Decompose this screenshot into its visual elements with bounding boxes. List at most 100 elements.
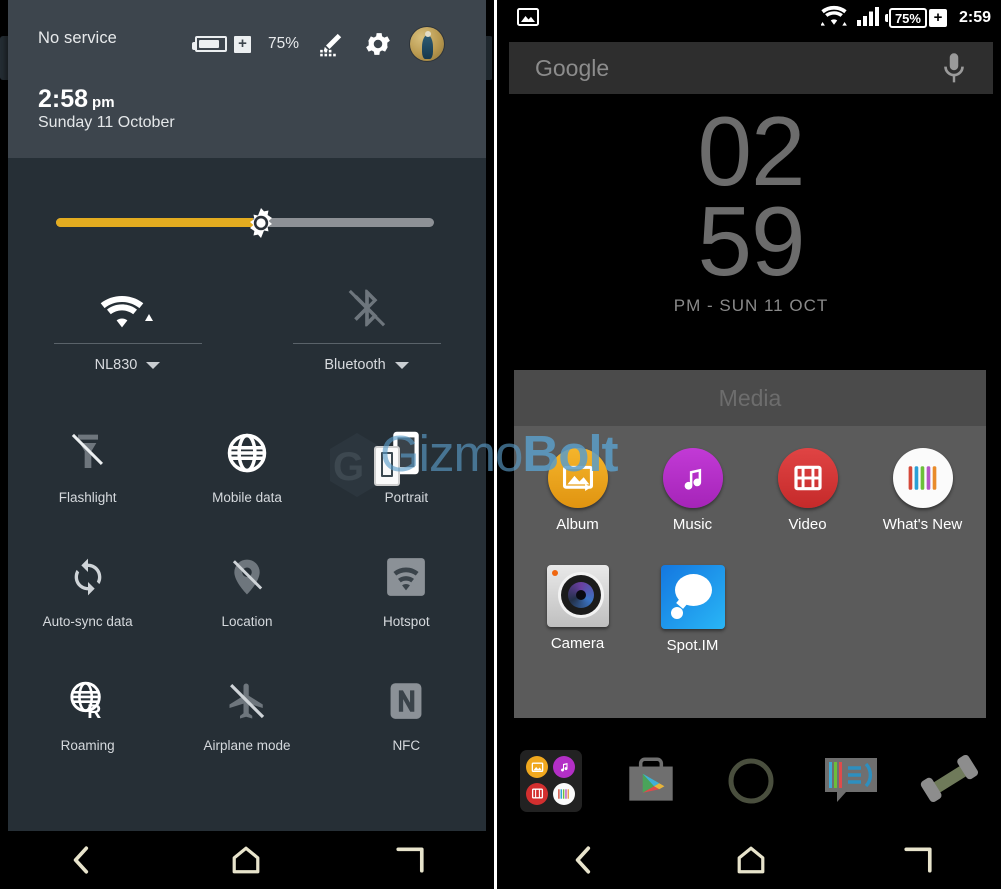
toggle-hotspot[interactable]: Hotspot bbox=[327, 548, 486, 672]
brightness-track[interactable] bbox=[56, 218, 434, 227]
app-drawer-circle-icon bbox=[728, 758, 774, 804]
app-label: Video bbox=[788, 516, 827, 533]
battery-percent-label: 75% bbox=[267, 35, 299, 52]
toggle-label: Location bbox=[221, 614, 273, 629]
battery-percent-label: 75% bbox=[894, 10, 921, 26]
navigation-bar-right bbox=[501, 831, 1001, 889]
dock-app-drawer[interactable] bbox=[713, 743, 789, 819]
screen-rotation-portrait-icon bbox=[389, 424, 423, 482]
recents-button[interactable] bbox=[883, 831, 953, 889]
bluetooth-label: Bluetooth bbox=[324, 357, 386, 373]
toggle-label: Mobile data bbox=[212, 490, 282, 505]
status-bar-clock: 2:59 bbox=[958, 9, 991, 26]
app-whats-new[interactable]: What's New bbox=[865, 448, 980, 533]
dock-media-folder[interactable] bbox=[513, 743, 589, 819]
airplane-off-icon bbox=[226, 672, 268, 730]
dock-messaging[interactable] bbox=[813, 743, 889, 819]
cellular-signal-icon bbox=[856, 6, 880, 31]
bluetooth-off-icon bbox=[345, 278, 389, 332]
app-label: What's New bbox=[882, 516, 963, 533]
search-input[interactable]: Google bbox=[535, 55, 609, 82]
chevron-down-icon[interactable] bbox=[146, 361, 161, 369]
dock-play-store[interactable] bbox=[613, 743, 689, 819]
app-label: Album bbox=[556, 516, 599, 533]
app-video[interactable]: Video bbox=[750, 448, 865, 533]
brightness-fill bbox=[56, 218, 253, 227]
tile-wifi-label: NL830 bbox=[95, 357, 161, 373]
toggle-label: Portrait bbox=[384, 490, 429, 505]
app-spot-im[interactable]: Spot.IM bbox=[635, 565, 750, 654]
svg-text:R: R bbox=[87, 701, 101, 722]
navigation-bar-left bbox=[0, 831, 492, 889]
toggle-mobile-data[interactable]: Mobile data bbox=[167, 424, 326, 548]
music-note-icon bbox=[662, 448, 723, 508]
camera-icon bbox=[546, 565, 609, 627]
quick-toggle-grid: Flashlight Mobile data Portrait Auto-syn… bbox=[8, 424, 486, 796]
battery-plus-badge: + bbox=[928, 9, 947, 27]
chevron-down-icon[interactable] bbox=[394, 361, 409, 369]
toggle-portrait[interactable]: Portrait bbox=[327, 424, 486, 548]
toggle-roaming[interactable]: R Roaming bbox=[8, 672, 167, 796]
toggle-airplane-mode[interactable]: Airplane mode bbox=[167, 672, 326, 796]
app-label: Spot.IM bbox=[666, 637, 719, 654]
home-button[interactable] bbox=[716, 831, 786, 889]
status-bar: 75% + 2:59 bbox=[501, 0, 1001, 36]
microphone-icon[interactable] bbox=[939, 52, 969, 91]
brightness-slider[interactable] bbox=[8, 200, 486, 246]
status-row: No service + 75% bbox=[38, 22, 466, 62]
back-button[interactable] bbox=[47, 831, 117, 889]
screenshot-image-icon bbox=[517, 7, 539, 32]
tile-bluetooth[interactable]: Bluetooth bbox=[247, 278, 486, 398]
app-music[interactable]: Music bbox=[635, 448, 750, 533]
play-store-icon bbox=[629, 757, 673, 801]
folder-empty-slot bbox=[865, 565, 980, 654]
folder-title-bar[interactable]: Media bbox=[514, 370, 986, 426]
folder-title[interactable]: Media bbox=[719, 385, 782, 412]
roaming-icon: R bbox=[67, 672, 109, 730]
clock-widget[interactable]: 02 59 PM - SUN 11 OCT bbox=[501, 96, 1001, 316]
edit-pencil-icon[interactable] bbox=[316, 29, 346, 59]
app-camera[interactable]: Camera bbox=[520, 565, 635, 654]
folder-empty-slot bbox=[750, 565, 865, 654]
home-button[interactable] bbox=[211, 831, 281, 889]
clock-minutes: 59 bbox=[697, 186, 805, 297]
google-search-bar[interactable]: Google bbox=[509, 42, 993, 94]
battery-indicator: 75% + bbox=[888, 8, 947, 28]
brightness-knob[interactable] bbox=[246, 208, 276, 238]
shade-clock-time: 2:58 bbox=[38, 85, 89, 113]
sync-icon bbox=[68, 548, 108, 606]
toggle-location[interactable]: Location bbox=[167, 548, 326, 672]
nfc-icon bbox=[387, 672, 425, 730]
toggle-nfc[interactable]: NFC bbox=[327, 672, 486, 796]
folder-media-icon bbox=[520, 750, 582, 812]
toggle-label: Flashlight bbox=[58, 490, 117, 505]
quick-settings-header: No service + 75% 2:58 pm Sunday 11 Octob… bbox=[8, 0, 486, 158]
clock-hours: 02 bbox=[697, 96, 805, 206]
toggle-label: Hotspot bbox=[383, 614, 430, 629]
shade-date: Sunday 11 October bbox=[38, 114, 175, 131]
shade-clock: 2:58 pm bbox=[38, 85, 115, 114]
avatar[interactable] bbox=[410, 27, 444, 61]
app-label: Camera bbox=[550, 635, 605, 652]
tile-divider bbox=[53, 343, 202, 344]
wifi-icon bbox=[100, 278, 156, 332]
dock-phone[interactable] bbox=[913, 743, 989, 819]
tile-wifi[interactable]: NL830 bbox=[8, 278, 247, 398]
flashlight-off-icon bbox=[68, 424, 108, 482]
tile-bluetooth-label: Bluetooth bbox=[324, 357, 409, 373]
shade-clock-ampm: pm bbox=[92, 94, 115, 111]
toggle-flashlight[interactable]: Flashlight bbox=[8, 424, 167, 548]
dock bbox=[501, 731, 1001, 831]
recents-button[interactable] bbox=[375, 831, 445, 889]
clock-date-sub: PM - SUN 11 OCT bbox=[673, 296, 829, 316]
app-album[interactable]: Album bbox=[520, 448, 635, 533]
film-strip-icon bbox=[777, 448, 838, 508]
wifi-ssid-label: NL830 bbox=[94, 357, 138, 373]
back-button[interactable] bbox=[549, 831, 619, 889]
media-folder-overlay: Media Album Music Video What's New Camer… bbox=[514, 370, 986, 718]
location-off-icon bbox=[228, 548, 266, 606]
panel-divider bbox=[494, 0, 497, 889]
gear-icon[interactable] bbox=[363, 29, 393, 59]
hotspot-icon bbox=[386, 548, 426, 606]
toggle-auto-sync[interactable]: Auto-sync data bbox=[8, 548, 167, 672]
